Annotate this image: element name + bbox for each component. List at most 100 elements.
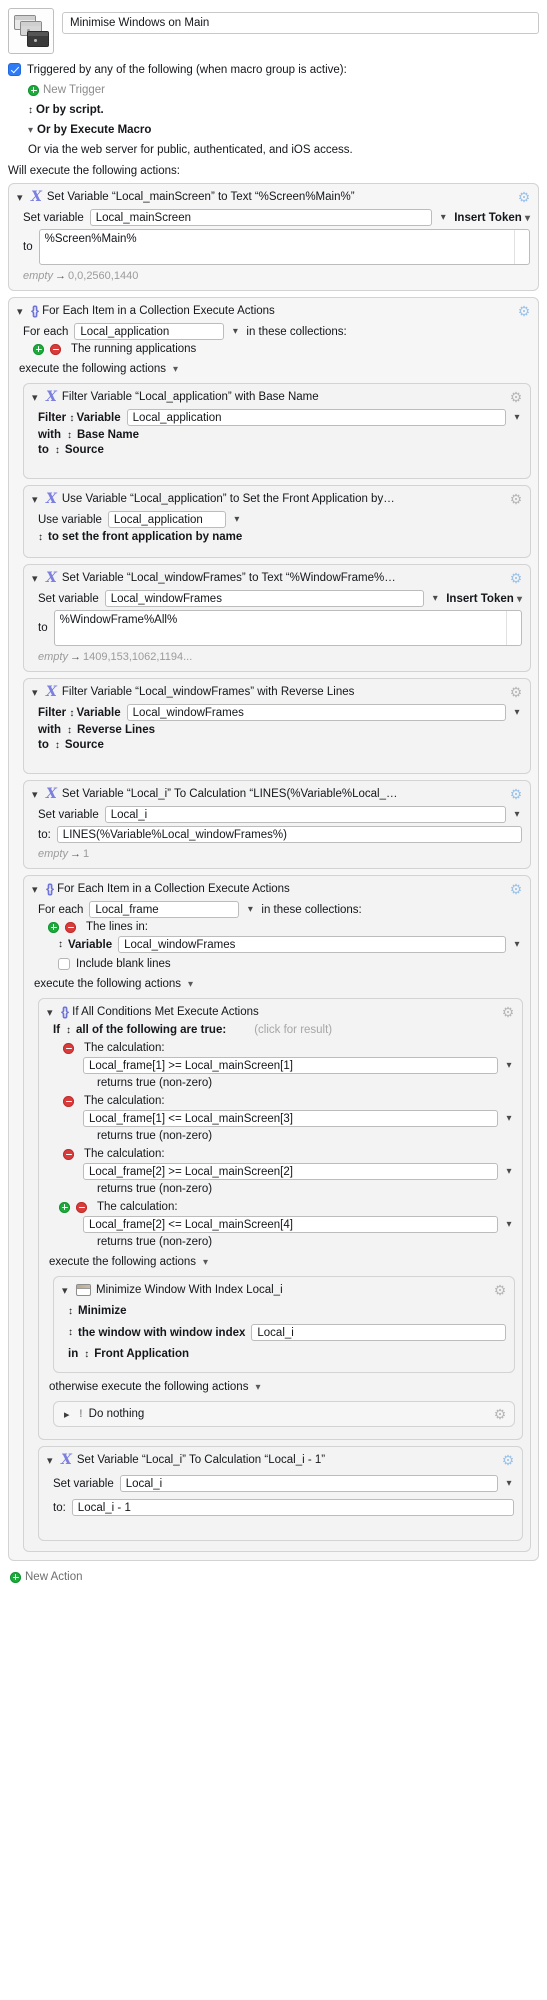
updown-chevron-icon[interactable]: ↕	[68, 1306, 73, 1317]
gear-icon[interactable]: ⚙	[509, 390, 523, 404]
gear-icon[interactable]: ⚙	[509, 685, 523, 699]
condition-expression-input[interactable]: Local_frame[2] <= Local_mainScreen[4]	[83, 1216, 498, 1233]
variable-name-input[interactable]: Local_i	[119, 1475, 498, 1492]
new-trigger-row[interactable]: New Trigger	[0, 84, 547, 96]
updown-chevron-icon[interactable]: ↕	[66, 1025, 71, 1036]
plus-circle-icon[interactable]	[28, 84, 39, 96]
use-variable-mode[interactable]: to set the front application by name	[48, 531, 242, 543]
condition-expression-input[interactable]: Local_frame[2] >= Local_mainScreen[2]	[83, 1163, 498, 1180]
include-blank-lines-checkbox[interactable]	[58, 958, 70, 970]
variable-name-input[interactable]: Local_windowFrames	[104, 590, 425, 607]
disclosure-chevron-icon[interactable]: ▾	[32, 493, 41, 506]
variable-name-input[interactable]: Local_mainScreen	[89, 209, 433, 226]
updown-chevron-icon[interactable]: ↕	[84, 1349, 89, 1360]
chevron-down-icon[interactable]: ▾	[203, 1257, 208, 1268]
updown-chevron-icon[interactable]: ↕	[38, 532, 43, 543]
loop-variable-input[interactable]: Local_application	[74, 323, 225, 340]
filter-destination[interactable]: Source	[65, 739, 104, 751]
action-header[interactable]: ▾ X Set Variable “Local_i” To Calculatio…	[24, 781, 530, 803]
action-filter-application[interactable]: ▾ X Filter Variable “Local_application” …	[23, 383, 531, 479]
or-by-script-row[interactable]: ↕ Or by script.	[0, 104, 547, 116]
remove-condition-icon[interactable]	[63, 1095, 74, 1107]
updown-chevron-icon[interactable]: ↕	[28, 105, 33, 116]
disclosure-chevron-icon[interactable]: ▾	[17, 191, 26, 204]
action-set-main-screen[interactable]: ▾ X Set Variable “Local_mainScreen” to T…	[8, 183, 539, 291]
value-textarea[interactable]: %Screen%Main%	[38, 229, 530, 265]
filter-destination[interactable]: Source	[65, 444, 104, 456]
or-by-execute-macro-row[interactable]: ▾ Or by Execute Macro	[0, 124, 547, 136]
action-filter-window-frames[interactable]: ▾ X Filter Variable “Local_windowFrames”…	[23, 678, 531, 774]
action-header[interactable]: ▾ X Filter Variable “Local_windowFrames”…	[24, 679, 530, 701]
gear-icon[interactable]: ⚙	[517, 304, 531, 318]
gear-icon[interactable]: ⚙	[501, 1005, 515, 1019]
action-header[interactable]: ▾ X Use Variable “Local_application” to …	[24, 486, 530, 508]
disclosure-chevron-icon[interactable]: ▾	[32, 788, 41, 801]
filter-variable-dropdown-icon[interactable]: ▾	[512, 707, 522, 718]
variable-name-input[interactable]: Local_i	[104, 806, 506, 823]
value-textarea[interactable]: %WindowFrame%All%	[53, 610, 522, 646]
condition-dropdown-icon[interactable]: ▾	[504, 1060, 514, 1071]
action-header[interactable]: ▾ X Set Variable “Local_mainScreen” to T…	[9, 184, 538, 206]
chevron-down-icon[interactable]: ▾	[188, 979, 193, 990]
condition-dropdown-icon[interactable]: ▾	[504, 1219, 514, 1230]
remove-condition-icon[interactable]	[76, 1201, 87, 1213]
disclosure-chevron-right-icon[interactable]: ▸	[64, 1408, 73, 1421]
new-action-row[interactable]: New Action	[0, 1561, 547, 1583]
plus-circle-icon[interactable]	[10, 1571, 21, 1583]
action-header[interactable]: ▾ X Filter Variable “Local_application” …	[24, 384, 530, 406]
macro-title-input[interactable]: Minimise Windows on Main	[62, 12, 539, 34]
window-scope-label[interactable]: Front Application	[94, 1348, 189, 1360]
chevron-down-icon[interactable]: ▾	[173, 364, 178, 375]
updown-chevron-icon[interactable]: ↕	[69, 708, 74, 719]
remove-condition-icon[interactable]	[63, 1148, 74, 1160]
source-kind-label[interactable]: Variable	[68, 939, 112, 951]
action-minimize-window[interactable]: ▾ Minimize Window With Index Local_i ⚙ ↕…	[53, 1276, 515, 1373]
click-for-result-label[interactable]: (click for result)	[254, 1024, 332, 1036]
filter-variable-input[interactable]: Local_application	[126, 409, 506, 426]
calculation-input[interactable]: LINES(%Variable%Local_windowFrames%)	[56, 826, 522, 843]
disclosure-chevron-icon[interactable]: ▾	[47, 1454, 56, 1467]
disclosure-chevron-icon[interactable]: ▾	[32, 686, 41, 699]
gear-icon[interactable]: ⚙	[509, 882, 523, 896]
disclosure-chevron-icon[interactable]: ▾	[17, 305, 26, 318]
disclosure-chevron-icon[interactable]: ▾	[32, 883, 41, 896]
insert-token-button[interactable]: Insert Token ▾	[454, 212, 530, 224]
add-collection-icon[interactable]	[33, 343, 44, 355]
action-header[interactable]: ▾ Minimize Window With Index Local_i ⚙	[54, 1277, 514, 1299]
gear-icon[interactable]: ⚙	[517, 190, 531, 204]
calculation-input[interactable]: Local_i - 1	[71, 1499, 514, 1516]
updown-chevron-icon[interactable]: ↕	[68, 1327, 73, 1338]
action-set-local-i[interactable]: ▾ X Set Variable “Local_i” To Calculatio…	[23, 780, 531, 869]
action-use-variable-front-app[interactable]: ▾ X Use Variable “Local_application” to …	[23, 485, 531, 558]
remove-collection-icon[interactable]	[50, 343, 61, 355]
condition-expression-input[interactable]: Local_frame[1] <= Local_mainScreen[3]	[83, 1110, 498, 1127]
variable-dropdown-icon[interactable]: ▾	[430, 593, 440, 604]
window-index-label[interactable]: the window with window index	[78, 1327, 245, 1339]
add-condition-icon[interactable]	[59, 1201, 70, 1213]
action-decrement-local-i[interactable]: ▾ X Set Variable “Local_i” To Calculatio…	[38, 1446, 523, 1541]
disclosure-chevron-icon[interactable]: ▾	[47, 1006, 56, 1019]
remove-condition-icon[interactable]	[63, 1042, 74, 1054]
loop-variable-input[interactable]: Local_frame	[89, 901, 240, 918]
disclosure-chevron-icon[interactable]: ▾	[32, 391, 41, 404]
use-variable-input[interactable]: Local_application	[107, 511, 226, 528]
window-index-input[interactable]: Local_i	[251, 1324, 506, 1341]
remove-collection-icon[interactable]	[65, 921, 76, 933]
action-for-each-application[interactable]: ▾ {} For Each Item in a Collection Execu…	[8, 297, 539, 1561]
gear-icon[interactable]: ⚙	[493, 1283, 507, 1297]
updown-chevron-icon[interactable]: ↕	[55, 740, 60, 751]
trigger-enabled-checkbox[interactable]	[8, 63, 21, 76]
chevron-down-icon[interactable]: ▾	[28, 125, 33, 136]
action-set-window-frames[interactable]: ▾ X Set Variable “Local_windowFrames” to…	[23, 564, 531, 672]
action-header[interactable]: ▾ {} For Each Item in a Collection Execu…	[24, 876, 530, 898]
loop-variable-dropdown-icon[interactable]: ▾	[230, 326, 240, 337]
filter-kind[interactable]: Reverse Lines	[77, 724, 155, 736]
updown-chevron-icon[interactable]: ↕	[67, 430, 72, 441]
updown-chevron-icon[interactable]: ↕	[55, 445, 60, 456]
match-mode-label[interactable]: all of the following are true:	[76, 1024, 226, 1036]
action-header[interactable]: ▾ {} For Each Item in a Collection Execu…	[9, 298, 538, 320]
filter-variable-dropdown-icon[interactable]: ▾	[512, 412, 522, 423]
variable-dropdown-icon[interactable]: ▾	[438, 212, 448, 223]
filter-kind[interactable]: Base Name	[77, 429, 139, 441]
variable-dropdown-icon[interactable]: ▾	[504, 1478, 514, 1489]
